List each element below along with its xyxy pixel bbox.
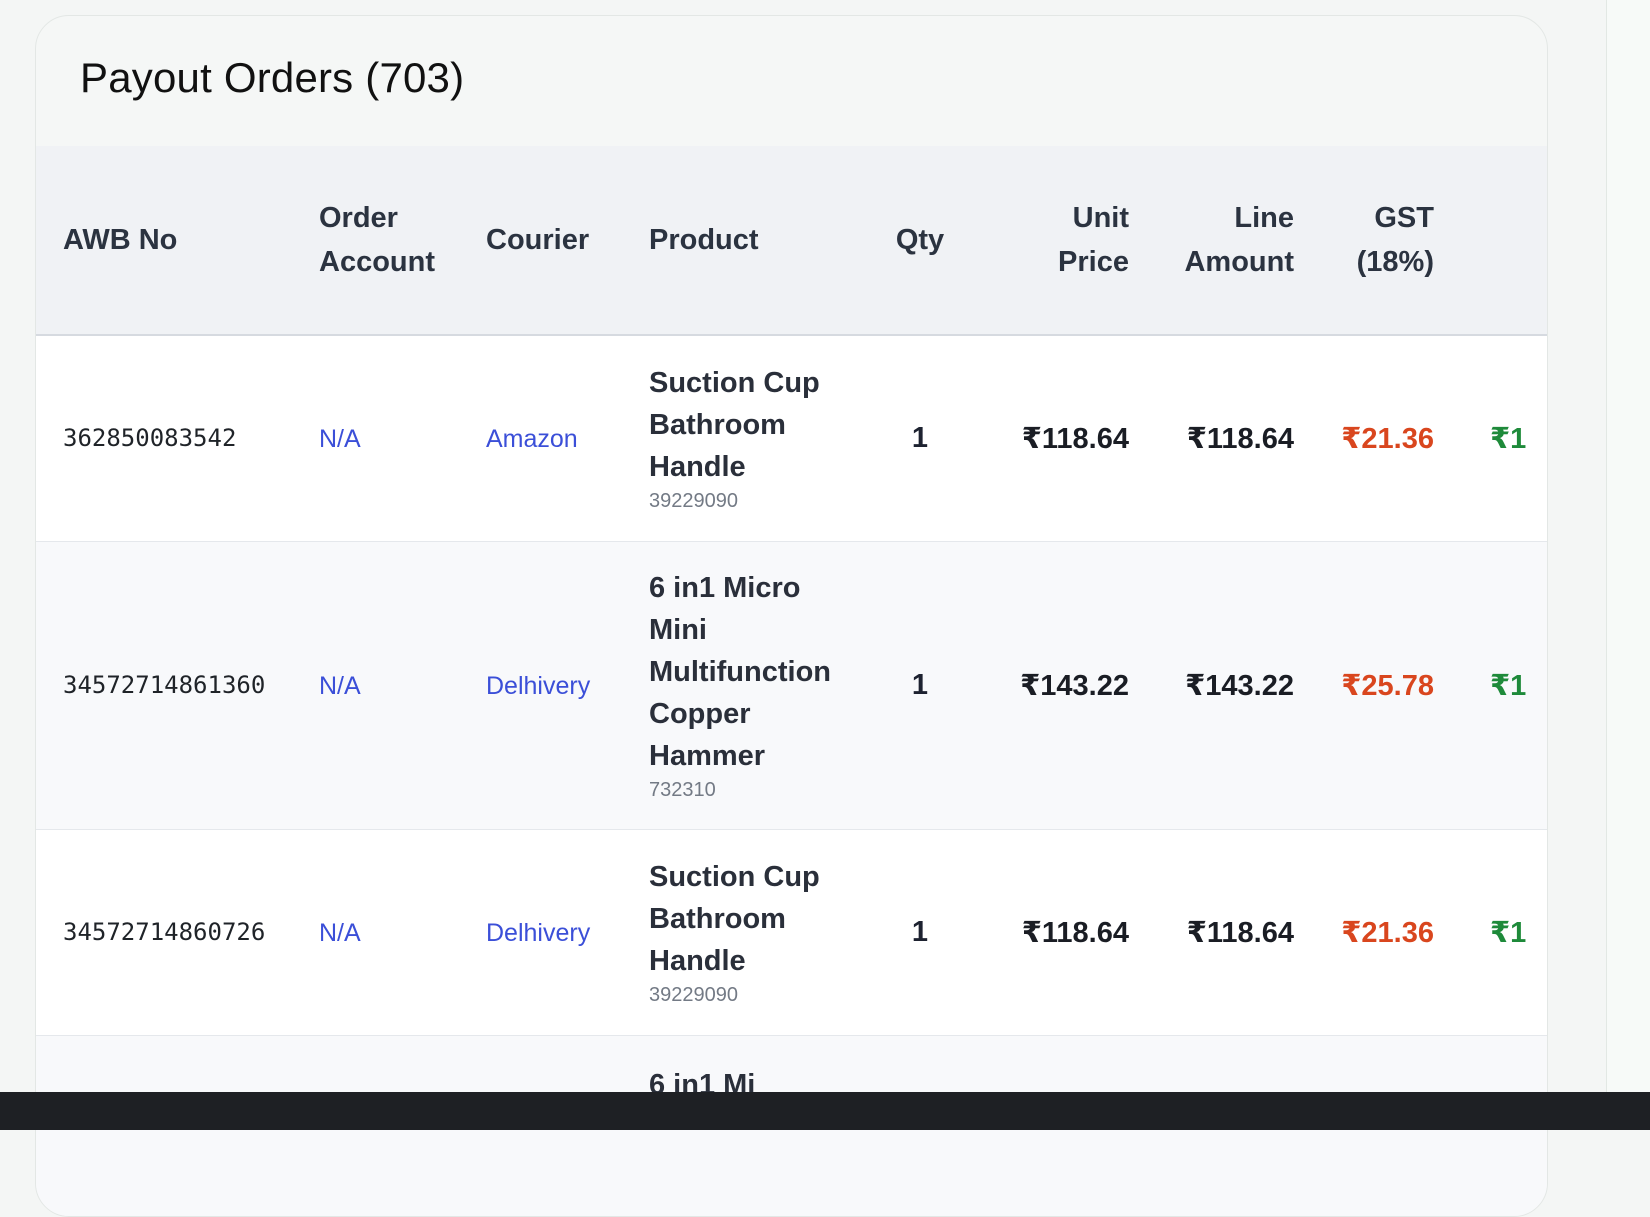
product-hsn-code: 39229090 (649, 490, 738, 513)
net-amount-partial: ₹1 (1434, 541, 1547, 830)
quantity: 1 (871, 541, 969, 830)
product-hsn-code: 732310 (649, 779, 716, 801)
orders-table-container[interactable]: AWB No Order Account Courier Product Qty… (36, 146, 1547, 1216)
product-name-line: 6 in1 Micro (649, 572, 801, 604)
product-cell: Suction Cup Bathroom Handle 39229090 (649, 829, 871, 1036)
unit-price: ₹118.64 (969, 829, 1129, 1036)
orders-table: AWB No Order Account Courier Product Qty… (36, 146, 1547, 1216)
product-hsn-code: 39229090 (649, 984, 738, 1006)
table-row[interactable]: 34572714860726 N/A Delhivery Suction Cup… (36, 829, 1547, 1036)
product-name-line: Mini (649, 614, 707, 646)
net-amount-partial: ₹1 (1434, 335, 1547, 542)
order-account-link[interactable]: N/A (319, 672, 361, 700)
header-order-account[interactable]: Order Account (319, 146, 486, 336)
product-name-line: Handle (649, 945, 746, 977)
line-amount: ₹118.64 (1129, 335, 1294, 542)
header-qty[interactable]: Qty (871, 146, 969, 336)
gst-amount: ₹25.78 (1294, 541, 1434, 830)
awb-number: 34572714860726 (36, 829, 319, 1036)
table-row[interactable]: 34572714861360 N/A Delhivery 6 in1 Micro… (36, 541, 1547, 830)
header-gst-line1: GST (1374, 202, 1434, 234)
header-line-amount-line1: Line (1234, 202, 1294, 234)
courier-link[interactable]: Delhivery (486, 672, 590, 700)
header-order-account-line2: Account (319, 246, 435, 278)
product-name-line: Hammer (649, 740, 766, 772)
header-gst[interactable]: GST (18%) (1294, 146, 1434, 336)
payout-orders-card: Payout Orders (703) AWB No Order Account… (35, 15, 1548, 1217)
header-next-column (1434, 146, 1547, 336)
awb-number: 362850083542 (36, 335, 319, 542)
net-amount-partial: ₹1 (1434, 829, 1547, 1036)
header-awb-no[interactable]: AWB No (36, 146, 319, 336)
courier-link[interactable]: Delhivery (486, 919, 590, 947)
courier-link[interactable]: Amazon (486, 425, 578, 453)
table-body: 362850083542 N/A Amazon Suction Cup Bath… (36, 335, 1547, 1216)
taskbar (0, 1092, 1650, 1130)
header-line-amount[interactable]: Line Amount (1129, 146, 1294, 336)
gst-amount: ₹21.36 (1294, 829, 1434, 1036)
line-amount: ₹118.64 (1129, 829, 1294, 1036)
product-cell: Suction Cup Bathroom Handle 39229090 (649, 335, 871, 542)
right-side-panel (1606, 0, 1650, 1130)
awb-number: 34572714861360 (36, 541, 319, 830)
header-order-account-line1: Order (319, 202, 398, 234)
table-header: AWB No Order Account Courier Product Qty… (36, 146, 1547, 336)
product-name-line: Suction Cup (649, 861, 820, 893)
unit-price: ₹143.22 (969, 541, 1129, 830)
header-courier[interactable]: Courier (486, 146, 649, 336)
product-name-line: Copper (649, 698, 751, 730)
card-title: Payout Orders (703) (80, 54, 465, 101)
order-account-link[interactable]: N/A (319, 919, 361, 947)
product-name-line: Bathroom (649, 409, 786, 442)
gst-amount: ₹21.36 (1294, 335, 1434, 542)
unit-price: ₹118.64 (969, 335, 1129, 542)
quantity: 1 (871, 335, 969, 542)
line-amount: ₹143.22 (1129, 541, 1294, 830)
product-cell: 6 in1 Micro Mini Multifunction Copper Ha… (649, 541, 871, 830)
header-unit-price-line1: Unit (1072, 202, 1129, 234)
table-row[interactable]: 362850083542 N/A Amazon Suction Cup Bath… (36, 335, 1547, 542)
header-product[interactable]: Product (649, 146, 871, 336)
product-name-line: Suction Cup (649, 367, 820, 400)
product-name-line: Bathroom (649, 903, 786, 935)
quantity: 1 (871, 829, 969, 1036)
product-name-line: Multifunction (649, 656, 832, 688)
header-gst-line2: (18%) (1356, 246, 1434, 278)
header-unit-price[interactable]: Unit Price (969, 146, 1129, 336)
product-name-line: Handle (649, 451, 746, 484)
header-unit-price-line2: Price (1058, 246, 1129, 278)
order-account-link[interactable]: N/A (319, 425, 361, 453)
header-line-amount-line2: Amount (1184, 246, 1294, 278)
